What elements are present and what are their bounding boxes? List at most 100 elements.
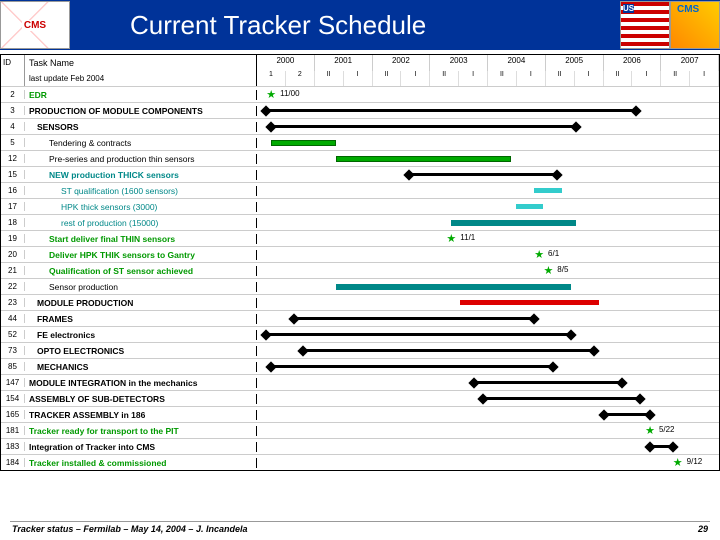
- milestone-label: 5/22: [659, 425, 675, 434]
- year-header: 2004: [488, 55, 546, 71]
- milestone-label: 8/5: [557, 265, 568, 274]
- row-name: Integration of Tracker into CMS: [25, 442, 257, 452]
- gantt-row: 16ST qualification (1600 sensors): [1, 182, 719, 198]
- gantt-bar: [303, 349, 594, 352]
- gantt-row: 183Integration of Tracker into CMS: [1, 438, 719, 454]
- row-name: MODULE PRODUCTION: [25, 298, 257, 308]
- row-timeline: [257, 311, 719, 327]
- row-timeline: [257, 375, 719, 391]
- row-name: FRAMES: [25, 314, 257, 324]
- year-header: 2003: [430, 55, 488, 71]
- milestone-star-icon: ★: [446, 232, 456, 245]
- row-timeline: [257, 279, 719, 295]
- half-header: I: [344, 71, 373, 86]
- row-id: 184: [1, 458, 25, 467]
- gantt-row: 2EDR★11/00: [1, 86, 719, 102]
- row-timeline: ★ 11/1: [257, 231, 719, 247]
- year-header: 2007: [661, 55, 719, 71]
- row-id: 4: [1, 122, 25, 131]
- last-update: last update Feb 2004: [25, 71, 257, 86]
- gantt-bar: [451, 220, 576, 226]
- row-timeline: [257, 439, 719, 455]
- row-timeline: [257, 183, 719, 199]
- row-name: Pre-series and production thin sensors: [25, 154, 257, 164]
- us-flag-icon: [620, 1, 670, 49]
- row-id: 22: [1, 282, 25, 291]
- title-bar: CMS Current Tracker Schedule: [0, 0, 720, 50]
- gantt-bar: [460, 300, 599, 305]
- gantt-bar: [271, 365, 553, 368]
- half-header: I: [401, 71, 430, 86]
- gantt-row: 12Pre-series and production thin sensors: [1, 150, 719, 166]
- row-timeline: ★ 6/1: [257, 247, 719, 263]
- row-name: MODULE INTEGRATION in the mechanics: [25, 378, 257, 388]
- row-name: NEW production THICK sensors: [25, 170, 257, 180]
- gantt-bar: [266, 109, 636, 112]
- row-id: 181: [1, 426, 25, 435]
- row-id: 85: [1, 362, 25, 371]
- row-id: 73: [1, 346, 25, 355]
- row-timeline: [257, 199, 719, 215]
- row-timeline: [257, 167, 719, 183]
- row-id: 23: [1, 298, 25, 307]
- row-name: Qualification of ST sensor achieved: [25, 266, 257, 276]
- row-id: 16: [1, 186, 25, 195]
- row-id: 147: [1, 378, 25, 387]
- gantt-bar: [483, 397, 640, 400]
- half-header: I: [459, 71, 488, 86]
- half-header: I: [690, 71, 719, 86]
- year-header: 2005: [546, 55, 604, 71]
- gantt-bar: [534, 188, 562, 193]
- milestone-label: 6/1: [548, 249, 559, 258]
- gantt-bar: [604, 413, 650, 416]
- row-name: HPK thick sensors (3000): [25, 202, 257, 212]
- gantt-row: 52FE electronics: [1, 326, 719, 342]
- row-timeline: [257, 135, 719, 151]
- gantt-bar: [294, 317, 534, 320]
- gantt-row: 165TRACKER ASSEMBLY in 186: [1, 406, 719, 422]
- gantt-row: 17HPK thick sensors (3000): [1, 198, 719, 214]
- half-header: I: [632, 71, 661, 86]
- gantt-row: 73OPTO ELECTRONICS: [1, 342, 719, 358]
- year-header: 2001: [315, 55, 373, 71]
- gantt-row: 44FRAMES: [1, 310, 719, 326]
- half-header: II: [488, 71, 517, 86]
- half-header: II: [315, 71, 344, 86]
- row-timeline: [257, 295, 719, 311]
- row-name: Tracker installed & commissioned: [25, 458, 257, 468]
- gantt-bar: [336, 156, 512, 162]
- row-name: PRODUCTION OF MODULE COMPONENTS: [25, 106, 257, 116]
- gantt-row: 3PRODUCTION OF MODULE COMPONENTS: [1, 102, 719, 118]
- slide-footer: Tracker status – Fermilab – May 14, 2004…: [0, 524, 720, 534]
- milestone-star-icon: ★: [534, 248, 544, 261]
- row-id: 165: [1, 410, 25, 419]
- gantt-row: 5Tendering & contracts: [1, 134, 719, 150]
- milestone-star-icon: ★: [543, 264, 553, 277]
- gantt-bar: [409, 173, 557, 176]
- row-id: 15: [1, 170, 25, 179]
- row-id: 20: [1, 250, 25, 259]
- half-header: II: [546, 71, 575, 86]
- row-id: 18: [1, 218, 25, 227]
- row-id: 5: [1, 138, 25, 147]
- milestone-label: 11/1: [460, 233, 475, 242]
- slide-title: Current Tracker Schedule: [130, 10, 426, 41]
- row-name: ST qualification (1600 sensors): [25, 186, 257, 196]
- row-timeline: [257, 343, 719, 359]
- row-timeline: [257, 215, 719, 231]
- row-name: Sensor production: [25, 282, 257, 292]
- row-timeline: [257, 119, 719, 135]
- year-header: 2002: [373, 55, 431, 71]
- row-name: Tendering & contracts: [25, 138, 257, 148]
- row-name: Tracker ready for transport to the PIT: [25, 426, 257, 436]
- row-timeline: ★9/12: [257, 455, 719, 471]
- gantt-row: 21Qualification of ST sensor achieved★8/…: [1, 262, 719, 278]
- half-header: II: [604, 71, 633, 86]
- gantt-row: 147MODULE INTEGRATION in the mechanics: [1, 374, 719, 390]
- row-timeline: ★11/00: [257, 87, 719, 103]
- half-header: I: [517, 71, 546, 86]
- gantt-bar: [474, 381, 622, 384]
- gantt-bar: [271, 125, 576, 128]
- row-id: 2: [1, 90, 25, 99]
- row-timeline: [257, 359, 719, 375]
